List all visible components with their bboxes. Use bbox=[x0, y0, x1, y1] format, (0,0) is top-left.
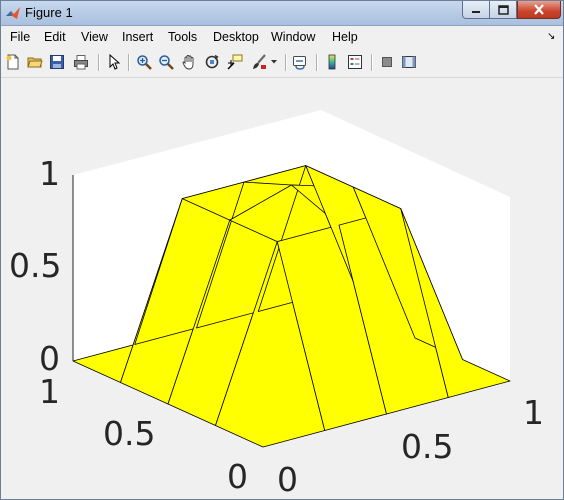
figure-canvas[interactable]: 1 0.5 0 1 0.5 0 0 0.5 1 bbox=[1, 78, 563, 499]
link-plot-button[interactable] bbox=[291, 53, 309, 71]
minimize-button[interactable] bbox=[462, 1, 490, 19]
maximize-icon bbox=[497, 4, 509, 15]
save-icon bbox=[50, 55, 64, 69]
pan-button[interactable] bbox=[180, 53, 198, 71]
x-tick-label: 0 bbox=[277, 460, 298, 499]
toolbar-separator bbox=[371, 54, 373, 71]
zoom-in-button[interactable] bbox=[135, 53, 153, 71]
minimize-icon bbox=[472, 10, 480, 13]
zoom-in-icon bbox=[137, 55, 152, 70]
new-figure-icon bbox=[6, 54, 19, 70]
toolbar-separator bbox=[98, 54, 100, 71]
surface-plot[interactable]: 1 0.5 0 1 0.5 0 0 0.5 1 bbox=[1, 78, 563, 499]
figure-toolbar bbox=[1, 49, 563, 78]
insert-colorbar-button[interactable] bbox=[323, 53, 341, 71]
show-plot-tools-icon bbox=[402, 56, 416, 68]
matlab-logo-icon bbox=[6, 7, 20, 19]
save-button[interactable] bbox=[48, 53, 66, 71]
hide-plot-tools-icon bbox=[382, 57, 392, 67]
edit-plot-button[interactable] bbox=[105, 53, 123, 71]
toolbar-separator bbox=[285, 54, 287, 71]
menu-bar: File Edit View Insert Tools Desktop Wind… bbox=[1, 26, 563, 48]
colorbar-icon bbox=[328, 54, 336, 70]
toolbar-separator bbox=[316, 54, 318, 71]
menu-window[interactable]: Window bbox=[271, 30, 315, 44]
title-bar[interactable]: Figure 1 bbox=[1, 1, 563, 26]
x-tick-label: 1 bbox=[523, 393, 544, 432]
y-tick-label: 0 bbox=[227, 457, 248, 496]
y-tick-label: 1 bbox=[39, 372, 60, 411]
menu-desktop[interactable]: Desktop bbox=[213, 30, 259, 44]
print-icon bbox=[74, 55, 88, 70]
menu-view[interactable]: View bbox=[81, 30, 108, 44]
data-cursor-button[interactable] bbox=[226, 53, 244, 71]
menu-file[interactable]: File bbox=[10, 30, 30, 44]
rotate-3d-button[interactable] bbox=[203, 53, 221, 71]
figure-window: Figure 1 File Edit View Insert Tools Des… bbox=[0, 0, 564, 500]
brush-icon bbox=[253, 54, 266, 69]
link-plot-icon bbox=[293, 56, 306, 70]
hide-plot-tools-button[interactable] bbox=[378, 53, 396, 71]
brush-dropdown-button[interactable] bbox=[269, 53, 279, 71]
legend-icon bbox=[348, 55, 362, 69]
zoom-out-icon bbox=[159, 55, 174, 70]
x-tick-label: 0.5 bbox=[401, 427, 453, 466]
menu-help[interactable]: Help bbox=[332, 30, 358, 44]
pan-hand-icon bbox=[182, 55, 194, 70]
open-file-button[interactable] bbox=[26, 53, 44, 71]
menu-edit[interactable]: Edit bbox=[44, 30, 66, 44]
show-plot-tools-button[interactable] bbox=[400, 53, 418, 71]
close-icon bbox=[534, 4, 544, 15]
select-arrow-icon bbox=[109, 54, 121, 70]
menu-tools[interactable]: Tools bbox=[168, 30, 197, 44]
rotate-3d-icon bbox=[205, 54, 219, 69]
new-figure-button[interactable] bbox=[4, 53, 22, 71]
close-button[interactable] bbox=[517, 1, 561, 19]
toolbar-separator bbox=[128, 54, 130, 71]
zoom-out-button[interactable] bbox=[157, 53, 175, 71]
window-title: Figure 1 bbox=[25, 5, 73, 20]
data-cursor-icon bbox=[227, 54, 243, 70]
insert-legend-button[interactable] bbox=[346, 53, 364, 71]
z-tick-label: 1 bbox=[39, 154, 60, 193]
maximize-button[interactable] bbox=[490, 1, 517, 19]
menu-insert[interactable]: Insert bbox=[122, 30, 153, 44]
brush-button[interactable] bbox=[250, 53, 268, 71]
print-button[interactable] bbox=[72, 53, 90, 71]
y-tick-label: 0.5 bbox=[103, 414, 155, 453]
z-tick-label: 0.5 bbox=[9, 246, 61, 285]
open-file-icon bbox=[27, 57, 43, 68]
chevron-down-icon bbox=[271, 60, 277, 64]
dock-figure-arrow-icon[interactable]: ↘ bbox=[547, 31, 555, 42]
